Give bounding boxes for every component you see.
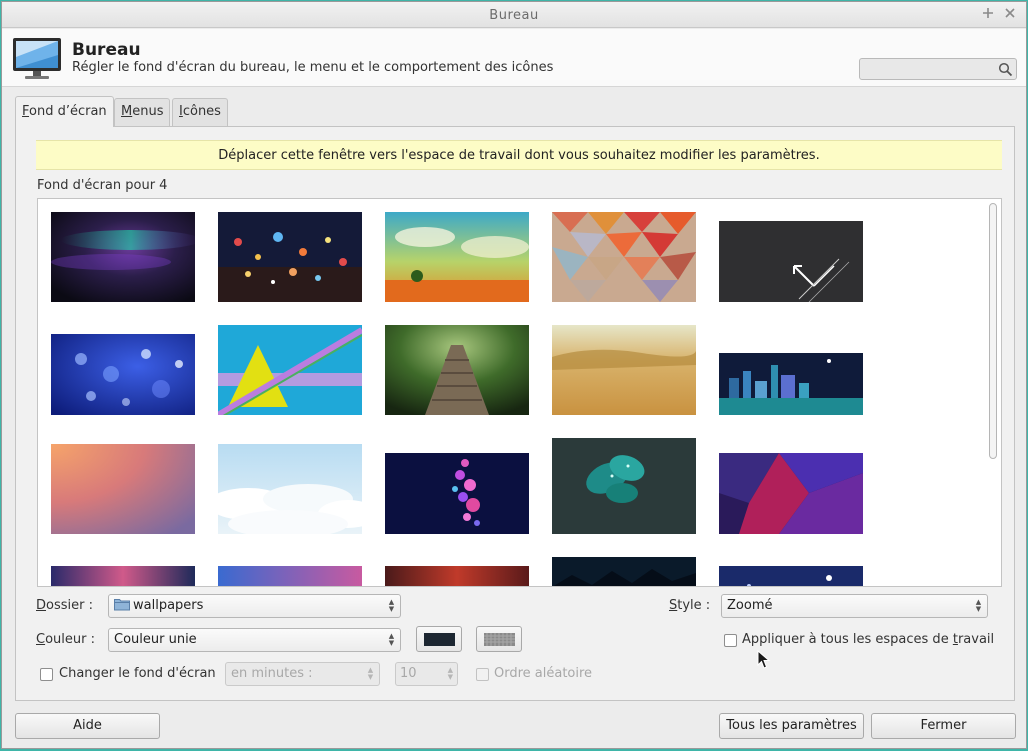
wallpaper-thumb[interactable]	[552, 438, 696, 534]
titlebar[interactable]: Bureau	[2, 2, 1026, 28]
info-banner: Déplacer cette fenêtre vers l'espace de …	[36, 140, 1002, 170]
random-order-checkbox[interactable]	[476, 668, 489, 681]
wallpaper-thumb[interactable]	[51, 212, 195, 302]
gallery-scrollbar[interactable]	[988, 201, 998, 583]
all-settings-button[interactable]: Tous les paramètres	[719, 713, 864, 739]
window-title: Bureau	[489, 8, 539, 23]
tab-fond-ecran-label: ond d’écran	[29, 104, 107, 119]
tab-icones-label: cônes	[182, 104, 221, 119]
wallpaper-gallery[interactable]	[37, 198, 1002, 587]
wallpaper-thumb[interactable]	[218, 212, 362, 302]
dialog-header: Bureau Régler le fond d'écran du bureau,…	[2, 29, 1026, 87]
primary-color-swatch	[424, 633, 455, 646]
search-icon[interactable]	[998, 62, 1013, 77]
section-label: Fond d'écran pour 4	[37, 178, 168, 193]
search-input[interactable]	[864, 61, 992, 77]
primary-color-button[interactable]	[416, 626, 462, 652]
color-mode-value: Couleur unie	[114, 632, 197, 647]
wallpaper-thumb[interactable]	[719, 221, 863, 302]
wallpaper-thumb[interactable]	[51, 334, 195, 415]
tab-menus-label: enus	[132, 104, 164, 119]
secondary-color-button[interactable]	[476, 626, 522, 652]
interval-spinbox[interactable]: 10 ▲ ▼	[395, 662, 458, 686]
help-button[interactable]: Aide	[15, 713, 160, 739]
pattern-swatch-icon	[484, 633, 515, 646]
page-title: Bureau	[72, 40, 141, 60]
wallpaper-thumb[interactable]	[552, 212, 696, 302]
combo-arrows-icon: ▲ ▼	[388, 598, 395, 613]
wallpaper-thumb[interactable]	[552, 557, 696, 587]
style-combo[interactable]: Zoomé ▲ ▼	[721, 594, 988, 618]
wallpaper-thumb[interactable]	[719, 353, 863, 415]
random-order-label[interactable]: Ordre aléatoire	[494, 666, 592, 681]
combo-arrows-icon: ▲ ▼	[388, 632, 395, 647]
wallpaper-thumb[interactable]	[218, 566, 362, 587]
tab-fond-ecran[interactable]: Fond d’écran	[15, 96, 114, 127]
tab-icones[interactable]: Icônes	[172, 98, 228, 126]
style-label: Style :	[669, 598, 711, 613]
wallpaper-thumb[interactable]	[385, 325, 529, 415]
color-mode-combo[interactable]: Couleur unie ▲ ▼	[108, 628, 401, 652]
scrollbar-thumb[interactable]	[989, 203, 997, 459]
maximize-icon[interactable]	[980, 6, 996, 22]
combo-arrows-icon: ▲ ▼	[367, 666, 374, 681]
style-value: Zoomé	[727, 598, 773, 613]
mouse-cursor-icon	[757, 650, 771, 669]
wallpaper-thumb[interactable]	[552, 325, 696, 415]
color-label: Couleur :	[36, 632, 95, 647]
change-wallpaper-label[interactable]: Changer le fond d'écran	[59, 666, 216, 681]
settings-window: Bureau Bureau Régler le fond d'écran du …	[1, 1, 1027, 749]
folder-value: wallpapers	[133, 598, 204, 613]
interval-unit-combo[interactable]: en minutes : ▲ ▼	[225, 662, 380, 686]
wallpaper-thumb[interactable]	[719, 453, 863, 534]
wallpaper-thumb[interactable]	[51, 566, 195, 587]
wallpaper-thumb[interactable]	[51, 444, 195, 534]
tab-menus-key: M	[121, 104, 133, 119]
folder-combo[interactable]: wallpapers ▲ ▼	[108, 594, 401, 618]
monitor-icon	[13, 38, 61, 79]
interval-value: 10	[400, 666, 417, 681]
wallpaper-thumb[interactable]	[218, 325, 362, 415]
folder-icon	[114, 599, 130, 611]
apply-all-checkbox[interactable]	[724, 634, 737, 647]
tab-fond-ecran-key: F	[22, 104, 30, 119]
wallpaper-thumb[interactable]	[719, 566, 863, 587]
wallpaper-thumb[interactable]	[385, 212, 529, 302]
close-icon[interactable]	[1002, 6, 1018, 22]
tab-menus[interactable]: Menus	[114, 98, 171, 126]
wallpaper-thumb[interactable]	[385, 453, 529, 534]
wallpaper-thumb[interactable]	[218, 444, 362, 534]
folder-label: Dossier :	[36, 598, 93, 613]
close-button[interactable]: Fermer	[871, 713, 1016, 739]
spin-arrows-icon: ▲ ▼	[447, 666, 453, 681]
change-wallpaper-checkbox[interactable]	[40, 668, 53, 681]
apply-all-label[interactable]: Appliquer à tous les espaces de travail	[742, 632, 994, 647]
search-box[interactable]	[859, 58, 1017, 80]
page-subtitle: Régler le fond d'écran du bureau, le men…	[72, 60, 554, 75]
combo-arrows-icon: ▲ ▼	[975, 598, 982, 613]
wallpaper-thumb[interactable]	[385, 566, 529, 587]
interval-unit-value: en minutes :	[231, 666, 313, 681]
